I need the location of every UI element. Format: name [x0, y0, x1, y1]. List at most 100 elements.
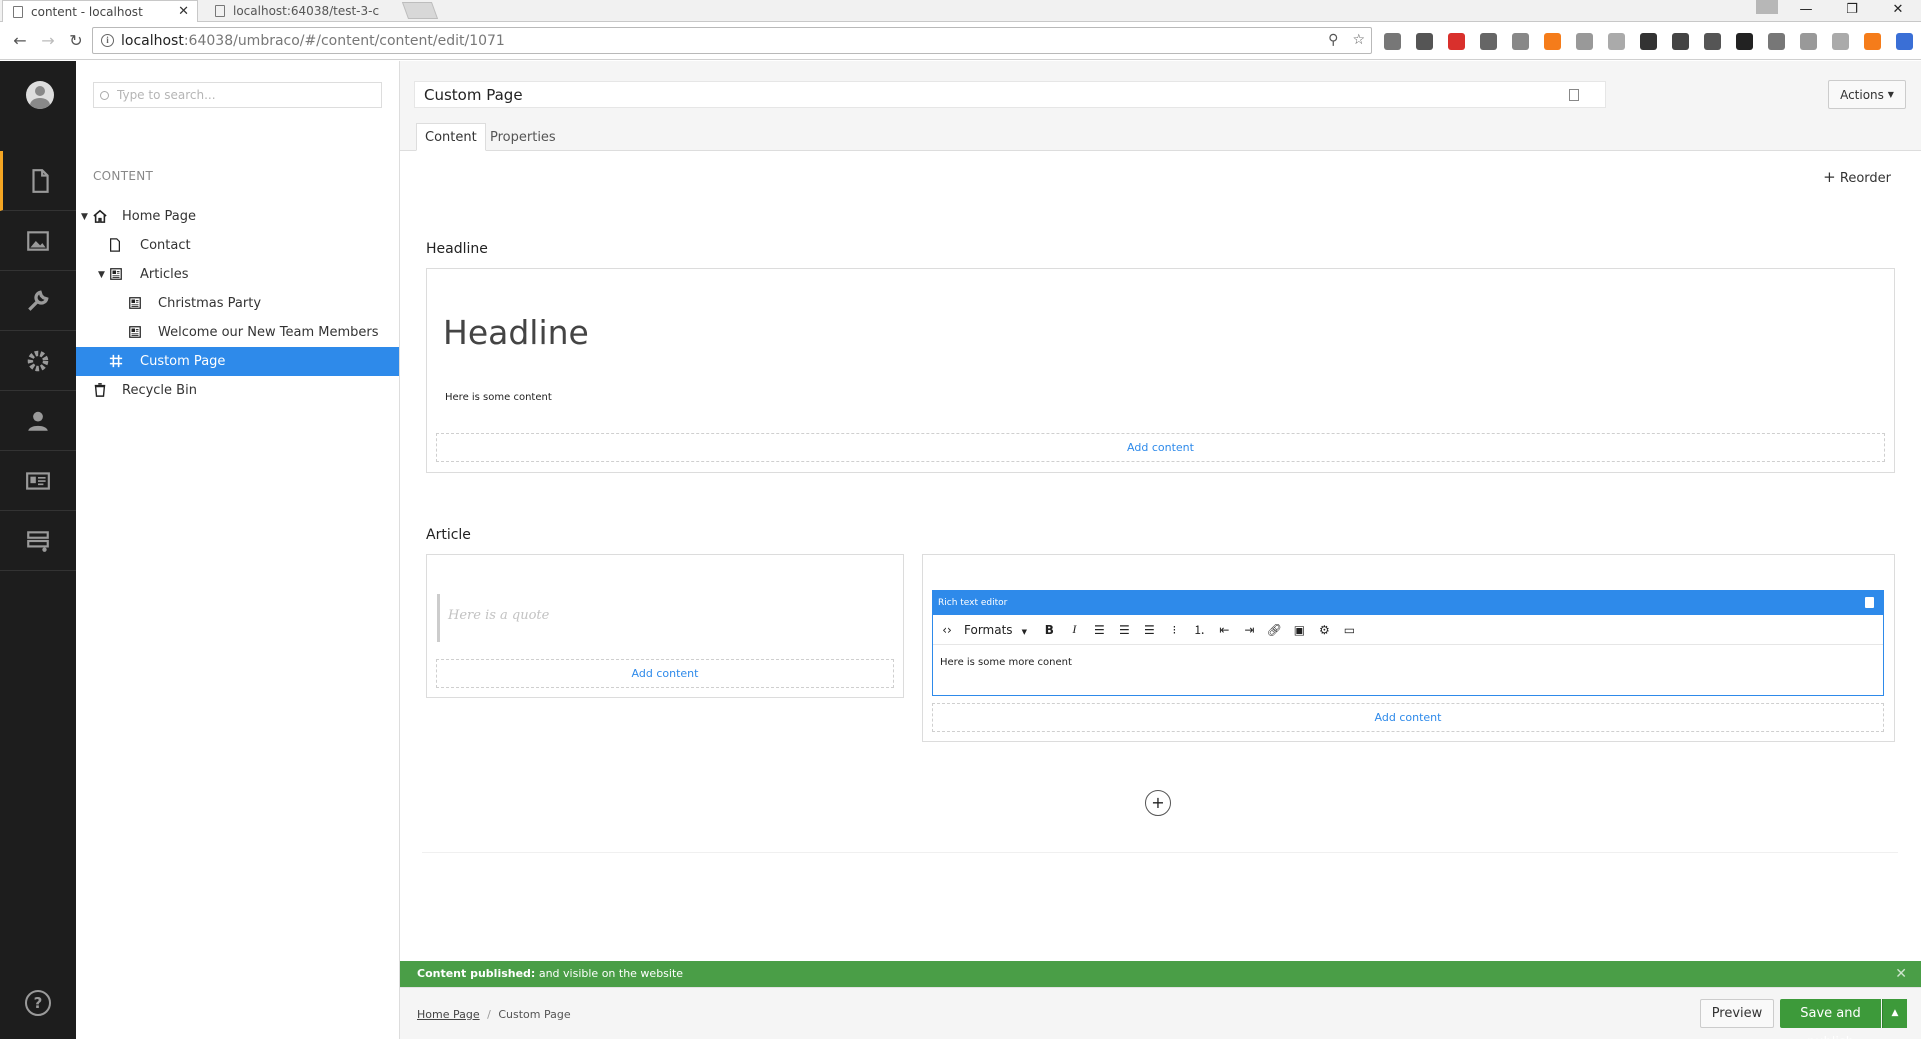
tree-node-christmas-party[interactable]: Christmas Party [76, 289, 399, 318]
headline-text[interactable]: Headline [443, 313, 589, 352]
extension-icon[interactable] [1576, 33, 1593, 50]
extension-icon[interactable] [1608, 33, 1625, 50]
editor-header: Custom Page Actions ▼ Content Properties [400, 61, 1921, 151]
reorder-label: Reorder [1839, 171, 1891, 186]
info-icon[interactable]: i [101, 34, 114, 47]
section-developer[interactable] [0, 271, 76, 331]
trash-icon [94, 383, 106, 397]
tree-node-label: Contact [140, 238, 191, 253]
formats-dropdown[interactable]: Formats ▼ [964, 623, 1032, 637]
align-center-icon[interactable]: ☰ [1116, 623, 1132, 637]
grid-area-headline[interactable]: Headline Here is some content Add conten… [426, 268, 1895, 473]
document-type-icon[interactable] [1569, 89, 1579, 101]
rte-content[interactable]: Here is some more conent [933, 645, 1883, 680]
add-content-button[interactable]: Add content [436, 659, 894, 688]
preview-button[interactable]: Preview [1700, 999, 1774, 1028]
section-content[interactable] [0, 151, 76, 211]
section-media[interactable] [0, 211, 76, 271]
extension-icon[interactable] [1832, 33, 1849, 50]
extension-icon[interactable] [1736, 33, 1753, 50]
link-icon[interactable]: 🔗︎ [1266, 623, 1282, 637]
caret-down-icon[interactable]: ▼ [98, 270, 105, 280]
zoom-icon[interactable]: ⚲ [1328, 32, 1338, 48]
profile-icon[interactable] [1756, 0, 1778, 14]
back-arrow-icon[interactable]: ← [10, 31, 30, 50]
caret-down-icon[interactable]: ▼ [81, 212, 88, 222]
add-content-button[interactable]: Add content [436, 433, 1885, 462]
breadcrumb-separator: / [487, 1008, 491, 1021]
bullet-list-icon[interactable]: ⁝ [1166, 623, 1182, 637]
italic-icon[interactable]: I [1066, 622, 1082, 637]
embed-icon[interactable]: ▭ [1341, 623, 1357, 637]
indent-icon[interactable]: ⇥ [1241, 623, 1257, 637]
search-input[interactable] [117, 88, 367, 102]
grid-area-article-right[interactable]: Rich text editor ‹› Formats ▼ B I ☰ ☰ ☰ … [922, 554, 1895, 742]
extension-icon[interactable] [1896, 33, 1913, 50]
bookmark-star-icon[interactable]: ☆ [1352, 32, 1365, 48]
tab-properties[interactable]: Properties [482, 123, 564, 151]
extension-icon[interactable] [1704, 33, 1721, 50]
tree-node-welcome-team[interactable]: Welcome our New Team Members [76, 318, 399, 347]
tree-node-recycle-bin[interactable]: Recycle Bin [76, 376, 399, 405]
macro-icon[interactable]: ⚙ [1316, 623, 1332, 637]
align-left-icon[interactable]: ☰ [1091, 623, 1107, 637]
close-icon[interactable]: ✕ [1895, 961, 1907, 987]
new-tab-button[interactable] [401, 2, 439, 19]
quote-placeholder[interactable]: Here is a quote [437, 594, 549, 642]
source-code-icon[interactable]: ‹› [939, 623, 955, 637]
rte-toolbar: ‹› Formats ▼ B I ☰ ☰ ☰ ⁝ ⒈ ⇤ ⇥ 🔗︎ ▣ ⚙ ▭ [933, 615, 1883, 645]
tree-node-home-page[interactable]: ▼ Home Page [76, 202, 399, 231]
add-row-button[interactable]: + [1145, 790, 1171, 816]
section-settings[interactable] [0, 331, 76, 391]
reload-icon[interactable]: ↻ [66, 31, 86, 50]
extension-icon[interactable] [1768, 33, 1785, 50]
maximize-button[interactable]: ❐ [1829, 0, 1875, 22]
section-sidebar: ? [0, 61, 76, 1039]
grid-icon [109, 354, 123, 368]
extension-icon[interactable] [1480, 33, 1497, 50]
help-icon[interactable]: ? [25, 990, 51, 1016]
minimize-button[interactable]: — [1783, 0, 1829, 22]
extension-icon[interactable] [1416, 33, 1433, 50]
outdent-icon[interactable]: ⇤ [1216, 623, 1232, 637]
tab-title: localhost:64038/test-3-c [233, 4, 380, 18]
add-content-button[interactable]: Add content [932, 703, 1884, 732]
tab-content[interactable]: Content [416, 123, 486, 151]
url-field[interactable]: i localhost:64038/umbraco/#/content/cont… [92, 27, 1372, 54]
extension-icon[interactable] [1384, 33, 1401, 50]
section-users[interactable] [0, 391, 76, 451]
align-right-icon[interactable]: ☰ [1141, 623, 1157, 637]
extension-icon[interactable] [1448, 33, 1465, 50]
numbered-list-icon[interactable]: ⒈ [1191, 621, 1207, 638]
publish-options-caret-icon[interactable]: ▲ [1882, 999, 1907, 1028]
extension-icon[interactable] [1672, 33, 1689, 50]
rich-text-editor[interactable]: Rich text editor ‹› Formats ▼ B I ☰ ☰ ☰ … [932, 590, 1884, 696]
actions-button[interactable]: Actions ▼ [1828, 80, 1906, 109]
user-avatar[interactable] [26, 81, 54, 109]
forward-arrow-icon[interactable]: → [38, 31, 58, 50]
breadcrumb-home-link[interactable]: Home Page [417, 1008, 480, 1021]
section-forms[interactable] [0, 511, 76, 571]
close-window-button[interactable]: ✕ [1875, 0, 1921, 22]
close-tab-icon[interactable]: ✕ [178, 4, 189, 19]
tree-node-articles[interactable]: ▼ Articles [76, 260, 399, 289]
node-name-input[interactable]: Custom Page [414, 81, 1606, 108]
browser-tab-content[interactable]: content - localhost ✕ [2, 0, 198, 23]
browser-tab-test[interactable]: localhost:64038/test-3-c [205, 0, 400, 22]
bold-icon[interactable]: B [1041, 623, 1057, 637]
extension-icon[interactable] [1800, 33, 1817, 50]
tree-node-contact[interactable]: Contact [76, 231, 399, 260]
trash-icon[interactable] [1865, 597, 1874, 608]
save-and-publish-button[interactable]: Save and publish [1780, 999, 1881, 1039]
extension-icon[interactable] [1640, 33, 1657, 50]
extension-icon[interactable] [1864, 33, 1881, 50]
reorder-button[interactable]: + Reorder [1823, 168, 1891, 186]
section-members[interactable] [0, 451, 76, 511]
image-icon[interactable]: ▣ [1291, 623, 1307, 637]
rte-header: Rich text editor [933, 591, 1883, 615]
grid-area-article-left[interactable]: Here is a quote Add content [426, 554, 904, 698]
tree-node-custom-page[interactable]: Custom Page [76, 347, 399, 376]
headline-body-text[interactable]: Here is some content [445, 392, 552, 403]
extension-icon[interactable] [1512, 33, 1529, 50]
extension-icon[interactable] [1544, 33, 1561, 50]
